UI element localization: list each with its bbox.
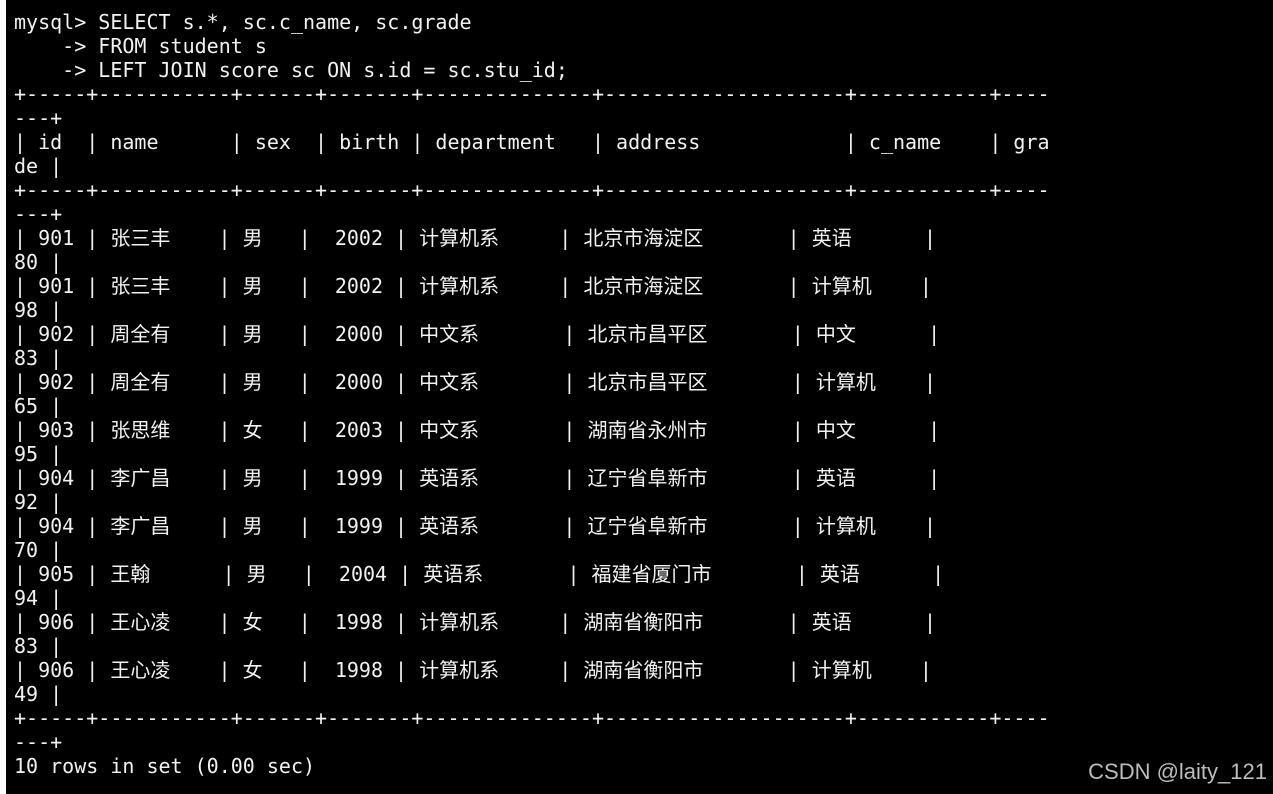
table-row-wrap: 70 |	[14, 538, 63, 562]
table-row-wrap: 80 |	[14, 250, 63, 274]
table-row-wrap: 98 |	[14, 298, 63, 322]
table-border-line: +-----+-----------+------+-------+------…	[14, 178, 1050, 202]
table-border-line: +-----+-----------+------+-------+------…	[14, 706, 1050, 730]
sql-continuation-line: -> LEFT JOIN score sc ON s.id = sc.stu_i…	[14, 58, 568, 82]
csdn-watermark: CSDN @laity_121	[1088, 759, 1267, 784]
table-border-wrap: ---+	[14, 106, 63, 130]
sql-prompt-line: mysql> SELECT s.*, sc.c_name, sc.grade	[14, 10, 472, 34]
table-row: | 902 | 周全有 | 男 | 2000 | 中文系 | 北京市昌平区 | …	[14, 370, 937, 394]
table-row: | 901 | 张三丰 | 男 | 2002 | 计算机系 | 北京市海淀区 |…	[14, 226, 937, 250]
table-row: | 902 | 周全有 | 男 | 2000 | 中文系 | 北京市昌平区 | …	[14, 322, 941, 346]
table-row-wrap: 92 |	[14, 490, 63, 514]
terminal-output[interactable]: mysql> SELECT s.*, sc.c_name, sc.grade -…	[14, 10, 1273, 794]
table-row-wrap: 83 |	[14, 634, 63, 658]
table-row-wrap: 94 |	[14, 586, 63, 610]
table-border-wrap: ---+	[14, 202, 63, 226]
sql-continuation-line: -> FROM student s	[14, 34, 267, 58]
table-row-wrap: 49 |	[14, 682, 63, 706]
table-row: | 903 | 张思维 | 女 | 2003 | 中文系 | 湖南省永州市 | …	[14, 418, 941, 442]
table-row: | 906 | 王心凌 | 女 | 1998 | 计算机系 | 湖南省衡阳市 |…	[14, 658, 932, 682]
table-border-line: +-----+-----------+------+-------+------…	[14, 82, 1050, 106]
table-row: | 904 | 李广昌 | 男 | 1999 | 英语系 | 辽宁省阜新市 | …	[14, 514, 937, 538]
table-header-wrap: de |	[14, 154, 63, 178]
table-row-wrap: 83 |	[14, 346, 63, 370]
table-row: | 901 | 张三丰 | 男 | 2002 | 计算机系 | 北京市海淀区 |…	[14, 274, 932, 298]
table-row: | 906 | 王心凌 | 女 | 1998 | 计算机系 | 湖南省衡阳市 |…	[14, 610, 937, 634]
table-header-row: | id | name | sex | birth | department |…	[14, 130, 1050, 154]
table-row: | 904 | 李广昌 | 男 | 1999 | 英语系 | 辽宁省阜新市 | …	[14, 466, 941, 490]
table-row-wrap: 65 |	[14, 394, 63, 418]
table-border-wrap: ---+	[14, 730, 63, 754]
result-summary: 10 rows in set (0.00 sec)	[14, 754, 316, 778]
table-row: | 905 | 王翰 | 男 | 2004 | 英语系 | 福建省厦门市 | 英…	[14, 562, 945, 586]
table-row-wrap: 95 |	[14, 442, 63, 466]
window-left-edge	[0, 0, 6, 794]
